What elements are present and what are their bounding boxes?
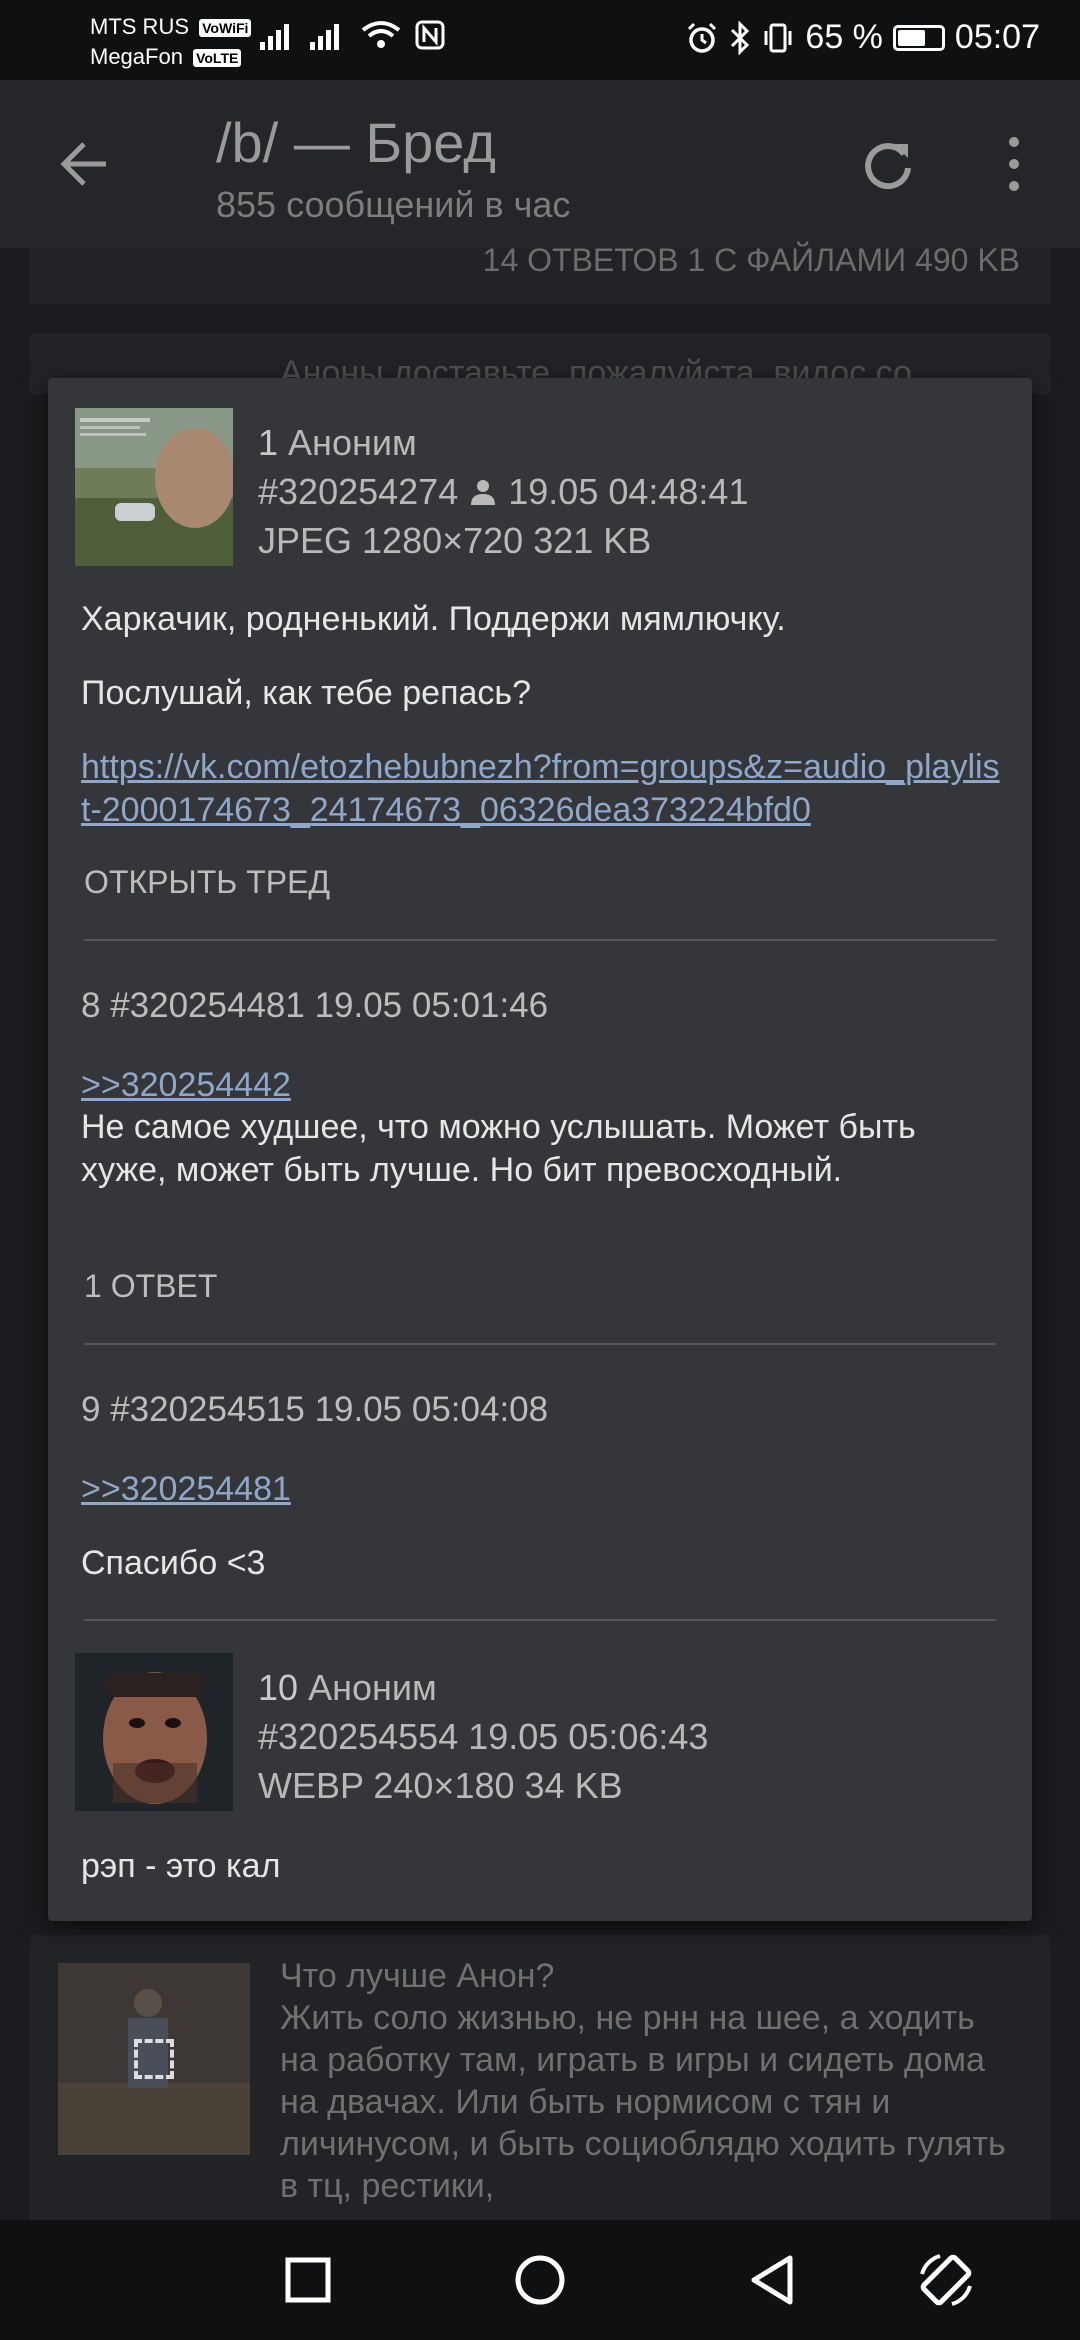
bluetooth-icon [731, 20, 750, 55]
open-thread-button[interactable]: Открыть тред [84, 864, 330, 901]
volte-badge: VoLTE [193, 49, 242, 68]
carrier-2: MegaFon VoLTE [90, 44, 242, 70]
wifi-icon [361, 21, 400, 48]
thread-text: Жить соло жизнью, не рнн на шее, а ходит… [280, 1999, 1006, 2205]
reply-8-replies-button[interactable]: 1 ответ [84, 1268, 217, 1305]
back-icon[interactable] [56, 136, 112, 192]
reply-10-meta: 10 Аноним #320254554 19.05 05:06:43 WEBP… [258, 1663, 708, 1810]
reply-10-image-thumbnail[interactable] [75, 1653, 233, 1811]
refresh-icon[interactable] [858, 136, 918, 196]
board-title: /b/ — Бред [216, 111, 496, 174]
status-bar: MTS RUS VoWiFi MegaFon VoLTE 65 % 05:07 [0, 0, 1080, 80]
battery-percent: 65 % [805, 18, 883, 56]
rotate-icon[interactable] [916, 2250, 976, 2310]
vowifi-badge: VoWiFi [199, 19, 252, 38]
op-number: 1 [258, 422, 279, 463]
reply-8-text: Не самое худшее, что можно услышать. Мож… [81, 1108, 916, 1189]
reply-10-text: рэп - это кал [81, 1847, 281, 1885]
reply-10-photo [75, 1653, 233, 1811]
carrier-1-name: MTS RUS [90, 14, 189, 39]
reply-10-author: Аноним [308, 1667, 437, 1708]
thread-stats: 14 ответов 1 с файлами 490 KB [482, 242, 1020, 278]
reply-9-quote-link[interactable]: >>320254481 [81, 1468, 1001, 1511]
recents-icon[interactable] [278, 2250, 338, 2310]
op-post-id[interactable]: #320254274 [258, 471, 458, 512]
more-vert-icon[interactable] [1000, 132, 1028, 196]
reply-10-post-id-date: #320254554 19.05 05:06:43 [258, 1716, 709, 1757]
thread-preview-top: Аноны доставьте, пожалуйста, видос со [280, 354, 912, 380]
network-icons [260, 20, 445, 58]
carrier-2-name: MegaFon [90, 44, 183, 69]
reply-8-header: 8 #320254481 19.05 05:01:46 [81, 986, 549, 1025]
reply-9-header: 9 #320254515 19.05 05:04:08 [81, 1390, 549, 1429]
back-triangle-icon[interactable] [742, 2250, 802, 2310]
divider [84, 1619, 996, 1621]
person-icon [471, 480, 496, 505]
clock: 05:07 [954, 18, 1040, 56]
replies-popup: 1 Аноним #320254274 19.05 04:48:41 JPEG … [48, 378, 1032, 1921]
op-author: Аноним [288, 422, 417, 463]
home-icon[interactable] [510, 2250, 570, 2310]
alarm-icon [688, 22, 717, 53]
divider [84, 1343, 996, 1345]
divider [84, 939, 996, 941]
reply-10-number: 10 [258, 1667, 299, 1708]
op-photo [75, 408, 233, 566]
status-right: 65 % 05:07 [685, 18, 1040, 57]
op-text-2: Послушай, как тебе репась? [81, 674, 532, 712]
reply-8-quote-link[interactable]: >>320254442 [81, 1064, 1001, 1107]
op-text-1: Харкачик, родненький. Поддержи мямлючку. [81, 600, 786, 638]
signal-icon [260, 24, 289, 50]
vibrate-icon [764, 23, 792, 52]
battery-icon [892, 24, 945, 51]
signal-icon [310, 24, 340, 50]
board-subtitle: 855 сообщений в час [216, 184, 571, 225]
thread-thumbnail[interactable] [58, 1963, 250, 2155]
thread-preview: Что лучше Анон? Жить соло жизнью, не рнн… [280, 1955, 1020, 2207]
op-file-info: JPEG 1280×720 321 KB [258, 520, 652, 561]
thread-card[interactable]: Что лучше Анон? Жить соло жизнью, не рнн… [30, 1935, 1050, 2235]
nfc-icon [415, 20, 445, 50]
expand-icon [134, 2039, 174, 2079]
op-link[interactable]: https://vk.com/etozhebubnezh?from=groups… [81, 746, 1001, 832]
reply-9-text: Спасибо <3 [81, 1544, 266, 1582]
app-bar: /b/ — Бред 855 сообщений в час [0, 80, 1080, 248]
reply-10-file-info: WEBP 240×180 34 KB [258, 1765, 623, 1806]
thread-title: Что лучше Анон? [280, 1957, 555, 1995]
carrier-1: MTS RUS VoWiFi [90, 14, 252, 40]
op-image-thumbnail[interactable] [75, 408, 233, 566]
op-date: 19.05 04:48:41 [508, 471, 749, 512]
navigation-bar [0, 2220, 1080, 2340]
op-meta: 1 Аноним #320254274 19.05 04:48:41 JPEG … [258, 418, 748, 565]
